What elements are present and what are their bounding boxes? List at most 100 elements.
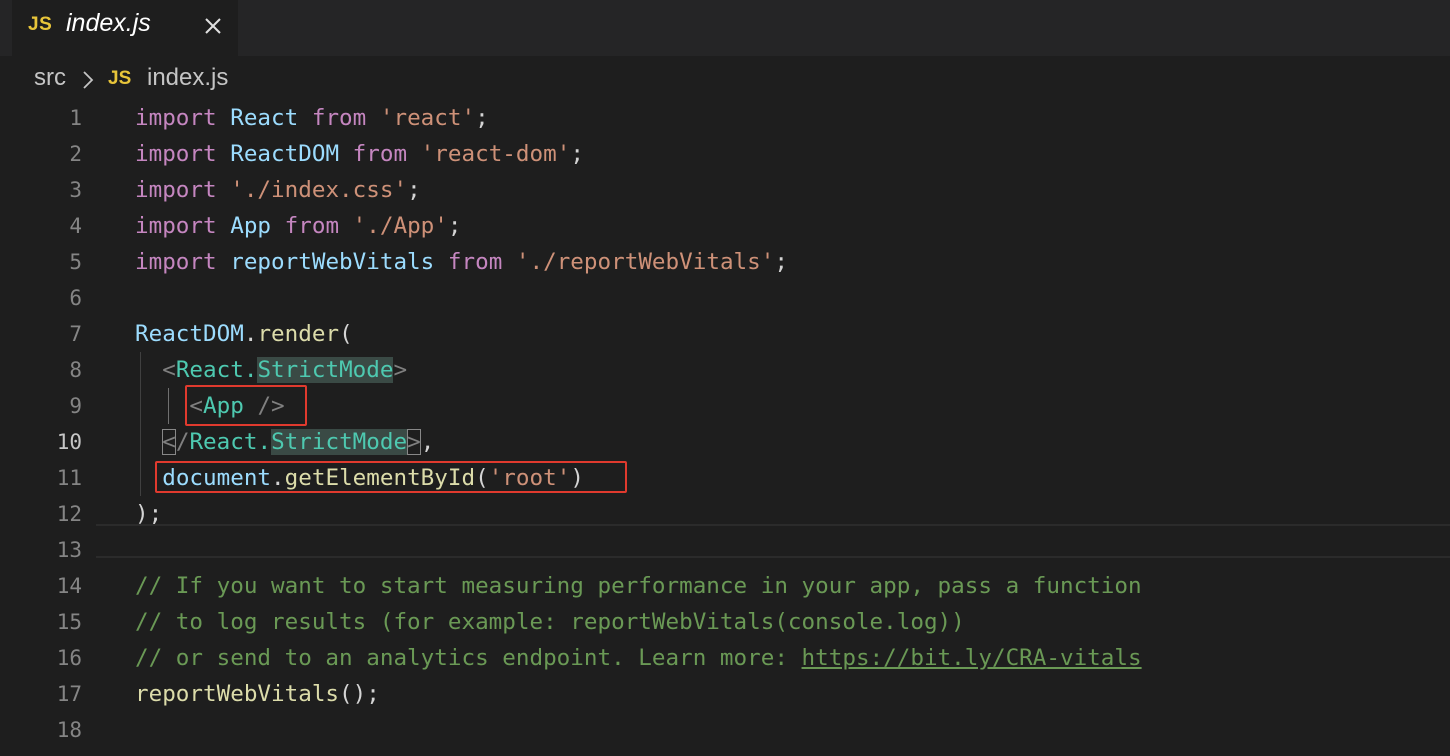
token-identifier: document bbox=[162, 465, 272, 491]
token-punct: ; bbox=[774, 249, 788, 275]
line-number: 17 bbox=[56, 682, 82, 706]
code-editor[interactable]: 1 import React from 'react'; 2 import Re… bbox=[0, 100, 1450, 756]
code-text: <App /> bbox=[135, 388, 285, 424]
token-string: 'root' bbox=[488, 465, 571, 491]
code-line-6: 6 bbox=[0, 280, 1450, 316]
code-text: import reportWebVitals from './reportWeb… bbox=[135, 244, 788, 280]
code-line-10: 10 </React.StrictMode>, bbox=[0, 424, 1450, 460]
token-tag-highlight: StrictMode bbox=[257, 357, 394, 383]
token-punct: , bbox=[420, 429, 435, 455]
token-keyword: from bbox=[339, 141, 408, 167]
line-number: 12 bbox=[56, 502, 82, 526]
token-punct: . bbox=[243, 321, 258, 347]
breadcrumb-folder[interactable]: src bbox=[34, 64, 66, 92]
code-line-7: 7 ReactDOM.render( bbox=[0, 316, 1450, 352]
code-text: import ReactDOM from 'react-dom'; bbox=[135, 136, 584, 172]
token-function: render bbox=[257, 321, 340, 347]
token-keyword: from bbox=[271, 213, 340, 239]
line-number: 15 bbox=[56, 610, 82, 634]
code-line-14: 14 // If you want to start measuring per… bbox=[0, 568, 1450, 604]
chevron-right-icon bbox=[80, 69, 96, 91]
code-line-3: 3 import './index.css'; bbox=[0, 172, 1450, 208]
token-tag: App bbox=[203, 393, 244, 419]
breadcrumb-file[interactable]: index.js bbox=[147, 64, 228, 92]
code-line-11: 11 document.getElementById('root') bbox=[0, 460, 1450, 496]
code-line-16: 16 // or send to an analytics endpoint. … bbox=[0, 640, 1450, 676]
token-keyword: import bbox=[135, 213, 217, 239]
token-keyword: import bbox=[135, 105, 217, 131]
token-punct: ( bbox=[339, 321, 353, 347]
token-function: getElementById bbox=[284, 465, 476, 491]
token-identifier: reportWebVitals bbox=[216, 249, 435, 275]
token-tag: React. bbox=[175, 357, 258, 383]
token-string: './index.css' bbox=[216, 177, 408, 203]
code-line-13: 13 bbox=[0, 532, 1450, 568]
tab-index-js[interactable]: JS index.js bbox=[12, 0, 238, 56]
code-text: import App from './App'; bbox=[135, 208, 462, 244]
js-file-icon: JS bbox=[28, 14, 53, 35]
tab-filename: index.js bbox=[66, 9, 151, 37]
token-punct: < bbox=[189, 393, 204, 419]
token-punct: / bbox=[175, 429, 190, 455]
close-icon[interactable] bbox=[198, 11, 228, 41]
js-file-icon: JS bbox=[108, 68, 132, 89]
token-identifier: React bbox=[216, 105, 299, 131]
token-keyword: import bbox=[135, 249, 217, 275]
token-punct: ; bbox=[447, 213, 462, 239]
line-number: 18 bbox=[56, 718, 82, 742]
code-line-15: 15 // to log results (for example: repor… bbox=[0, 604, 1450, 640]
code-line-12: 12 ); bbox=[0, 496, 1450, 532]
token-punct: ; bbox=[407, 177, 421, 203]
code-line-9: 9 <App /> bbox=[0, 388, 1450, 424]
code-text: ); bbox=[135, 501, 163, 527]
token-function: reportWebVitals bbox=[135, 681, 340, 707]
line-number: 16 bbox=[56, 646, 82, 670]
line-number: 13 bbox=[56, 538, 82, 562]
token-string: './App' bbox=[339, 213, 448, 239]
code-text: </React.StrictMode>, bbox=[135, 424, 434, 460]
token-string: './reportWebVitals' bbox=[502, 249, 775, 275]
editor-window: JS index.js src JS index.js 1 import Rea… bbox=[0, 0, 1450, 756]
line-number: 14 bbox=[56, 574, 82, 598]
line-number: 8 bbox=[69, 358, 82, 382]
token-string: 'react' bbox=[366, 105, 476, 131]
token-punct: < bbox=[162, 357, 176, 383]
code-text: reportWebVitals(); bbox=[135, 676, 380, 712]
line-number: 4 bbox=[69, 214, 82, 238]
token-tag: React. bbox=[189, 429, 272, 455]
token-keyword: import bbox=[135, 177, 217, 203]
token-punct: > bbox=[393, 357, 408, 383]
code-comment: // or send to an analytics endpoint. Lea… bbox=[135, 640, 1142, 676]
comment-link[interactable]: https://bit.ly/CRA-vitals bbox=[802, 645, 1142, 671]
code-text: import './index.css'; bbox=[135, 172, 421, 208]
token-punct: ) bbox=[570, 465, 584, 491]
line-number: 1 bbox=[69, 106, 82, 130]
token-punct: . bbox=[271, 465, 285, 491]
token-punct: ; bbox=[570, 141, 584, 167]
code-line-2: 2 import ReactDOM from 'react-dom'; bbox=[0, 136, 1450, 172]
line-number: 9 bbox=[69, 394, 82, 418]
code-text: ReactDOM.render( bbox=[135, 316, 353, 352]
token-punct: /> bbox=[243, 393, 285, 419]
token-keyword: from bbox=[298, 105, 367, 131]
line-number: 2 bbox=[69, 142, 82, 166]
token-bracket-match: > bbox=[407, 429, 421, 455]
line-number: 5 bbox=[69, 250, 82, 274]
code-text: <React.StrictMode> bbox=[135, 352, 407, 388]
token-tag-highlight: StrictMode bbox=[271, 429, 408, 455]
token-punct: (); bbox=[339, 681, 380, 707]
code-text: import React from 'react'; bbox=[135, 100, 489, 136]
token-bracket-match: < bbox=[162, 429, 176, 455]
line-number: 11 bbox=[56, 466, 82, 490]
token-keyword: from bbox=[434, 249, 503, 275]
code-line-5: 5 import reportWebVitals from './reportW… bbox=[0, 244, 1450, 280]
token-punct: ; bbox=[475, 105, 489, 131]
token-keyword: import bbox=[135, 141, 217, 167]
code-line-4: 4 import App from './App'; bbox=[0, 208, 1450, 244]
token-identifier: ReactDOM bbox=[135, 321, 244, 347]
token-identifier: ReactDOM bbox=[216, 141, 340, 167]
code-comment: // If you want to start measuring perfor… bbox=[135, 573, 1142, 599]
breadcrumb: src JS index.js bbox=[0, 58, 1450, 100]
token-punct: ( bbox=[475, 465, 489, 491]
code-line-17: 17 reportWebVitals(); bbox=[0, 676, 1450, 712]
